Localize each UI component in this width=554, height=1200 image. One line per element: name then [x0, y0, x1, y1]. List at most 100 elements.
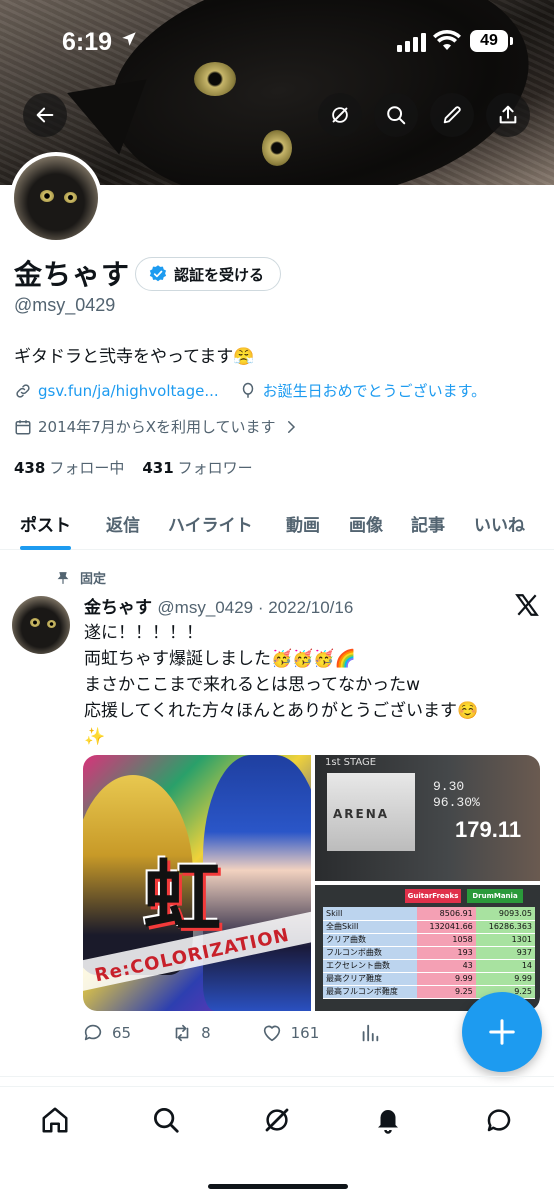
back-button[interactable] — [23, 93, 67, 137]
get-verified-button[interactable]: 認証を受ける — [135, 257, 282, 291]
jacket-text: ARENA — [333, 807, 390, 821]
profile-handle: @msy_0429 — [14, 295, 116, 315]
tab-articles[interactable]: 記事 — [411, 496, 445, 550]
profile-website-link[interactable]: gsv.fun/ja/highvoltage... — [38, 382, 219, 400]
dm-label: DrumMania — [467, 889, 523, 903]
like-button[interactable]: 161 — [261, 1022, 320, 1044]
nav-search[interactable] — [138, 1092, 194, 1148]
grok-icon — [332, 107, 348, 123]
avatar-image — [14, 156, 98, 240]
following-link[interactable]: 438 フォロー中 — [14, 457, 124, 478]
chat-bubble-icon — [487, 1108, 510, 1131]
pin-icon — [57, 571, 69, 584]
arrow-left-icon — [36, 107, 54, 123]
tab-likes[interactable]: いいね — [474, 496, 525, 550]
x-logo-icon[interactable] — [514, 592, 540, 618]
pencil-icon — [443, 106, 461, 124]
calendar-icon — [15, 419, 31, 434]
post-line: まさかここまで来れるとは思ってなかったw — [84, 675, 421, 695]
post-line: 両虹ちゃす爆誕しました🥳🥳🥳🌈 — [84, 649, 356, 669]
cellular-signal-icon — [397, 33, 426, 52]
home-icon — [42, 1107, 68, 1132]
nav-home[interactable] — [27, 1092, 83, 1148]
stage-label: 1st STAGE — [325, 757, 377, 768]
profile-name: 金ちゃす — [14, 258, 131, 291]
status-bar: 6:19 49 — [0, 0, 554, 80]
bell-icon — [377, 1109, 398, 1134]
views-button[interactable] — [359, 1022, 381, 1044]
tab-videos[interactable]: 動画 — [286, 496, 320, 550]
profile-avatar[interactable] — [10, 152, 102, 244]
birthday-text[interactable]: お誕生日おめでとうございます。 — [263, 380, 487, 401]
search-icon — [154, 1107, 179, 1133]
joined-date: 2014年7月からXを利用しています — [38, 418, 276, 436]
following-count: 438 — [14, 459, 46, 477]
like-count: 161 — [290, 1024, 320, 1042]
share-icon — [499, 105, 517, 124]
grok-icon — [265, 1108, 289, 1131]
search-button[interactable] — [374, 93, 418, 137]
post-line: 遂に！！！！！ — [84, 623, 203, 643]
chevron-right-icon — [287, 420, 295, 433]
post-line: ✨ — [84, 727, 106, 747]
search-icon — [387, 106, 406, 125]
verified-badge-icon — [149, 265, 167, 282]
heart-icon — [263, 1025, 280, 1042]
gf-label: GuitarFreaks — [405, 889, 461, 903]
table-row: エクセレント曲数 43 14 — [323, 959, 535, 973]
post-author-name[interactable]: 金ちゃす — [84, 598, 152, 618]
score-percent: 96.30% — [433, 795, 480, 810]
compose-post-button[interactable] — [462, 992, 542, 1072]
status-time: 6:19 — [62, 28, 113, 56]
plus-icon — [489, 1019, 515, 1045]
skill-table-header: GuitarFreaks DrumMania — [405, 889, 523, 903]
post-author-avatar[interactable] — [12, 596, 70, 654]
post-line: 応援してくれた方々ほんとありがとうございます☺️ — [84, 701, 479, 721]
location-arrow-icon — [122, 32, 136, 46]
repost-button[interactable]: 8 — [171, 1022, 211, 1044]
reply-bubble-icon — [84, 1024, 102, 1041]
reply-button[interactable]: 65 — [82, 1022, 131, 1044]
tab-highlights[interactable]: ハイライト — [168, 496, 253, 550]
balloon-icon — [242, 382, 253, 398]
tab-replies[interactable]: 返信 — [106, 496, 140, 550]
reply-count: 65 — [112, 1024, 132, 1042]
edit-button[interactable] — [430, 93, 474, 137]
nav-messages[interactable] — [471, 1092, 527, 1148]
table-row: 全曲Skill 132041.66 16286.363 — [323, 920, 535, 934]
tab-photos[interactable]: 画像 — [349, 496, 383, 550]
profile-meta-links: gsv.fun/ja/highvoltage... お誕生日おめでとうございます… — [14, 380, 486, 401]
tab-posts[interactable]: ポスト — [20, 496, 71, 550]
nav-notifications[interactable] — [360, 1092, 416, 1148]
post-image-result-screen[interactable]: 1st STAGE ARENA 9.30 96.30% 179.11 — [315, 755, 540, 881]
following-label: フォロー中 — [49, 459, 125, 477]
artwork-kanji: 虹 — [143, 853, 222, 943]
wifi-icon — [433, 30, 461, 50]
joined-date-row[interactable]: 2014年7月からXを利用しています — [14, 416, 300, 437]
grok-button[interactable] — [318, 93, 362, 137]
analytics-icon — [362, 1024, 379, 1042]
song-jacket: ARENA — [327, 773, 415, 851]
followers-link[interactable]: 431 フォロワー — [142, 457, 252, 478]
skill-table: Skill 8506.91 9093.05 全曲Skill 132041.66 1628… — [323, 907, 535, 999]
table-row: Skill 8506.91 9093.05 — [323, 907, 535, 921]
post-header: 金ちゃす @msy_0429 · 2022/10/16 — [84, 593, 353, 618]
pinned-label: 固定 — [80, 572, 107, 587]
post-image-artwork[interactable]: 虹 Re:COLORIZATION — [83, 755, 311, 1011]
table-row: クリア曲数 1058 1301 — [323, 933, 535, 947]
table-row: フルコンボ曲数 193 937 — [323, 946, 535, 960]
follow-stats: 438 フォロー中 431 フォロワー — [14, 457, 253, 478]
link-icon — [16, 383, 30, 398]
pinned-indicator: 固定 — [56, 568, 106, 587]
repost-icon — [175, 1024, 189, 1042]
repost-count: 8 — [201, 1024, 211, 1042]
followers-label: フォロワー — [177, 459, 253, 477]
post-body: 遂に！！！！！ 両虹ちゃす爆誕しました🥳🥳🥳🌈 まさかここまで来れるとは思ってな… — [84, 620, 534, 750]
post-media-grid: 虹 Re:COLORIZATION 1st STAGE ARENA 9.30 9… — [83, 755, 540, 1011]
post-actions: 65 8 161 — [82, 1022, 381, 1044]
score-big: 179.11 — [455, 817, 522, 842]
nav-grok[interactable] — [249, 1092, 305, 1148]
battery-indicator: 49 — [470, 30, 513, 52]
share-button[interactable] — [486, 93, 530, 137]
post-divider — [0, 1076, 554, 1077]
